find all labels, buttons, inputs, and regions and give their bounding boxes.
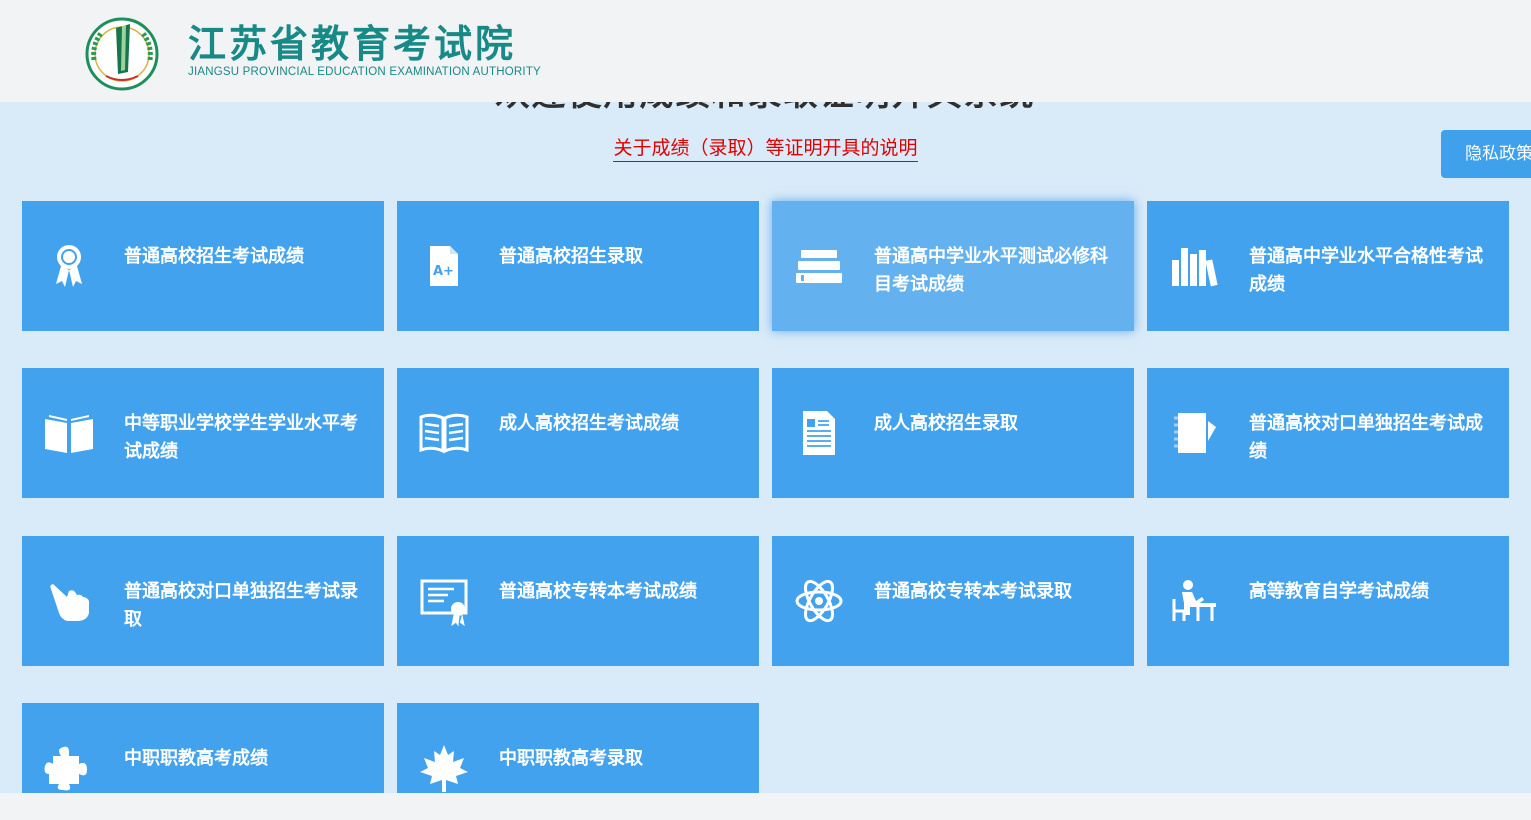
tile-label: 普通高中学业水平测试必修科目考试成绩 (874, 246, 1108, 295)
site-title-cn: 江苏省教育考试院 (188, 22, 517, 66)
tile-label: 中等职业学校学生学业水平考试成绩 (124, 413, 358, 462)
tile-single-recruit-score[interactable]: 普通高校对口单独招生考试成绩 (1147, 368, 1509, 498)
notebook-icon (1167, 406, 1221, 460)
site-header: 江苏省教育考试院 JIANGSU PROVINCIAL EDUCATION EX… (0, 0, 1531, 102)
tile-transfer-admission[interactable]: 普通高校专转本考试录取 (772, 536, 1134, 666)
tile-label: 中职职教高考成绩 (124, 748, 268, 769)
tile-academic-required[interactable]: 普通高中学业水平测试必修科目考试成绩 (772, 201, 1134, 331)
tile-label: 中职职教高考录取 (499, 748, 643, 769)
tile-academic-qualification[interactable]: 普通高中学业水平合格性考试成绩 (1147, 201, 1509, 331)
site-title-en: JIANGSU PROVINCIAL EDUCATION EXAMINATION… (188, 66, 541, 78)
award-ribbon-icon (42, 239, 96, 293)
tile-label: 普通高中学业水平合格性考试成绩 (1249, 246, 1483, 295)
tile-transfer-score[interactable]: 普通高校专转本考试成绩 (397, 536, 759, 666)
tile-vocational-gaokao-admission[interactable]: 中职职教高考录取 (397, 703, 759, 793)
tile-adult-admission[interactable]: 成人高校招生录取 (772, 368, 1134, 498)
privacy-policy-button[interactable]: 隐私政策 (1441, 130, 1531, 178)
open-book-icon (42, 406, 96, 460)
grade-document-icon: A+ (417, 239, 471, 293)
bookshelf-icon (1167, 239, 1221, 293)
notice-container: 关于成绩（录取）等证明开具的说明 (0, 136, 1531, 162)
tile-gaokao-score[interactable]: 普通高校招生考试成绩 (22, 201, 384, 331)
svg-text:A+: A+ (433, 264, 454, 279)
certificate-icon (417, 574, 471, 628)
tile-vocational-academic[interactable]: 中等职业学校学生学业水平考试成绩 (22, 368, 384, 498)
reading-book-icon (417, 406, 471, 460)
atom-icon (792, 574, 846, 628)
main-content: 欢迎使用成绩和录取证明开具系统 关于成绩（录取）等证明开具的说明 隐私政策 普通… (0, 102, 1531, 793)
student-desk-icon (1167, 574, 1221, 628)
tile-single-recruit-admission[interactable]: 普通高校对口单独招生考试录取 (22, 536, 384, 666)
page-footer (0, 793, 1531, 820)
book-stack-icon (792, 239, 846, 293)
seal-logo-icon[interactable] (84, 14, 160, 94)
tile-adult-score[interactable]: 成人高校招生考试成绩 (397, 368, 759, 498)
tile-label: 普通高校招生考试成绩 (124, 246, 304, 267)
tile-label: 普通高校对口单独招生考试录取 (124, 581, 358, 630)
tile-gaokao-admission[interactable]: A+ 普通高校招生录取 (397, 201, 759, 331)
tile-label: 普通高校招生录取 (499, 246, 643, 267)
tile-label: 普通高校专转本考试成绩 (499, 581, 697, 602)
welcome-heading: 欢迎使用成绩和录取证明开具系统 (0, 102, 1531, 116)
pointing-hand-icon (42, 574, 96, 628)
text-document-icon (792, 406, 846, 460)
tile-label: 高等教育自学考试成绩 (1249, 581, 1429, 602)
tile-label: 普通高校对口单独招生考试成绩 (1249, 413, 1483, 462)
tile-label: 普通高校专转本考试录取 (874, 581, 1072, 602)
tile-vocational-gaokao-score[interactable]: 中职职教高考成绩 (22, 703, 384, 793)
notice-link[interactable]: 关于成绩（录取）等证明开具的说明 (613, 137, 918, 162)
tile-self-study-score[interactable]: 高等教育自学考试成绩 (1147, 536, 1509, 666)
tile-label: 成人高校招生录取 (874, 413, 1018, 434)
tile-label: 成人高校招生考试成绩 (499, 413, 679, 434)
puzzle-icon (42, 741, 96, 793)
maple-leaf-icon (417, 741, 471, 793)
